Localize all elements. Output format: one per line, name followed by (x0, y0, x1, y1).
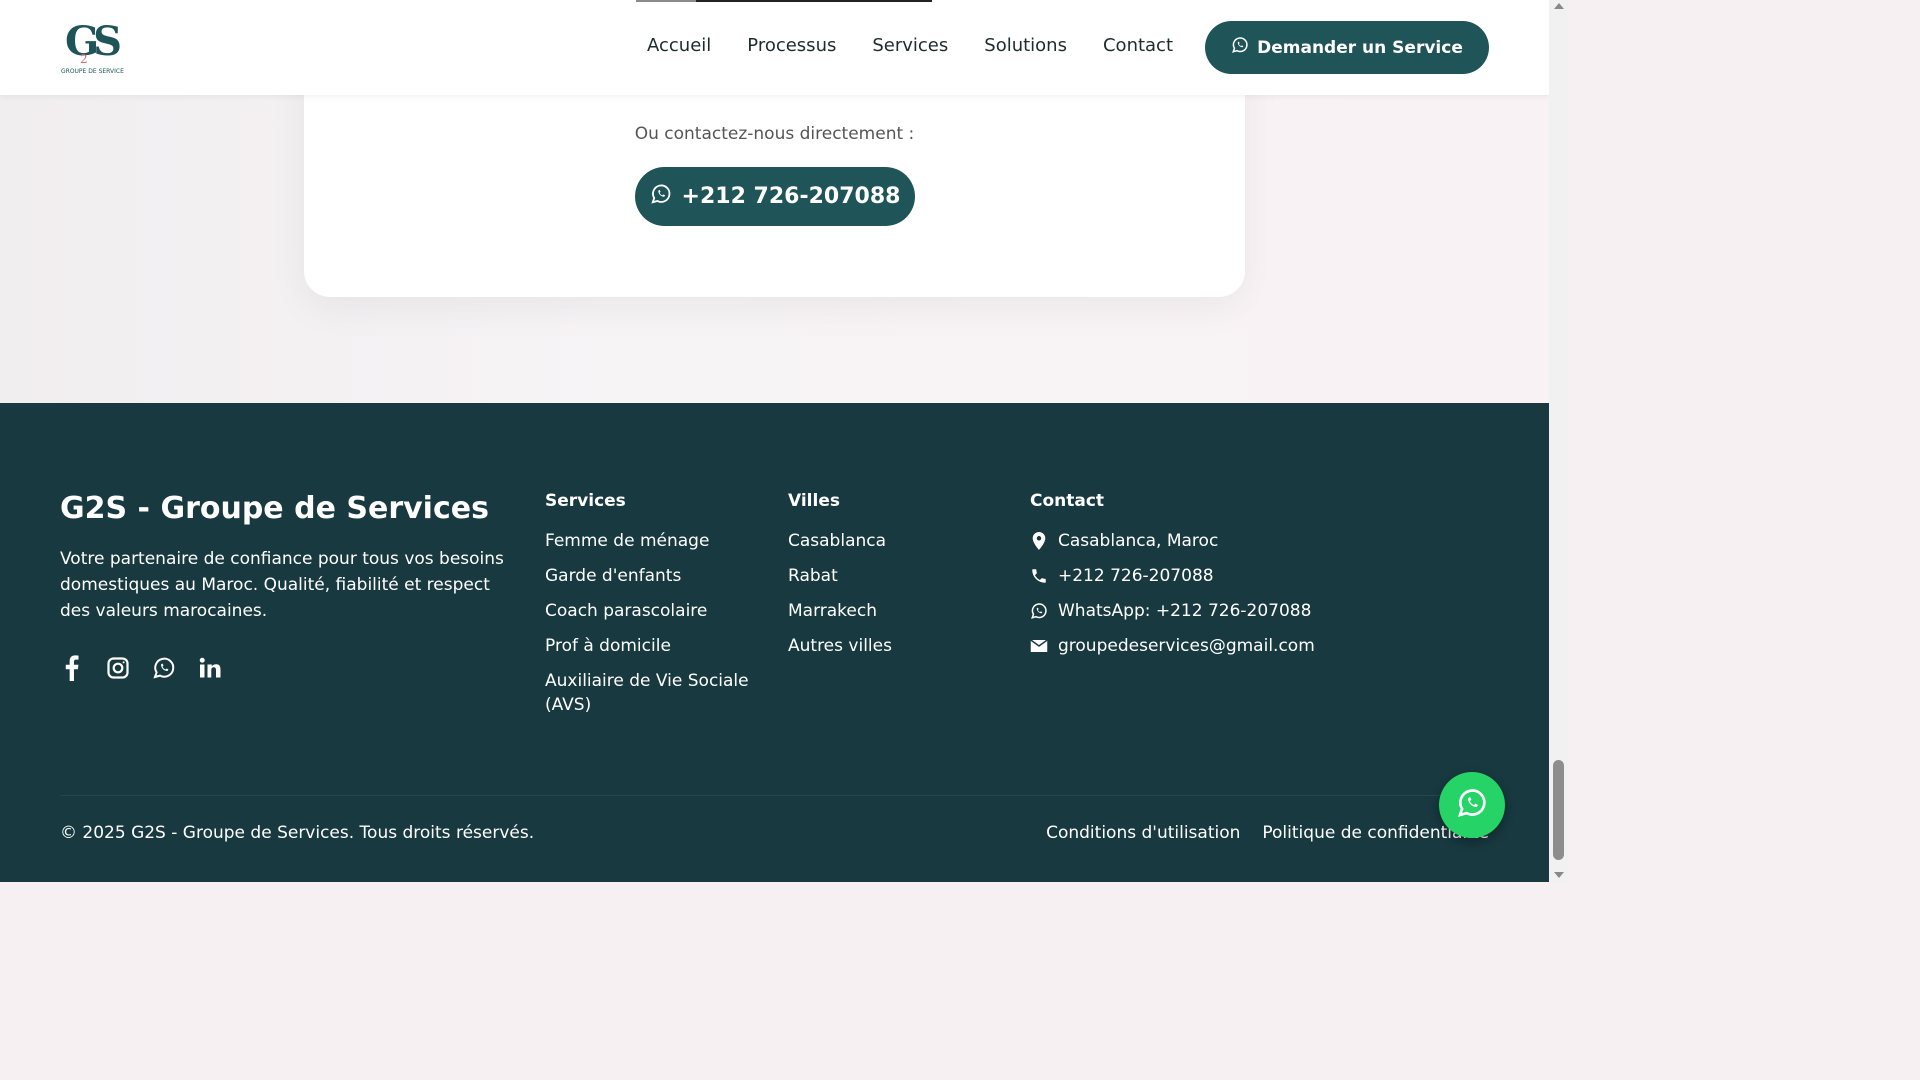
footer-city-link[interactable]: Casablanca (788, 529, 988, 553)
footer-city-link[interactable]: Rabat (788, 564, 988, 588)
contact-location-text: Casablanca, Maroc (1058, 531, 1219, 551)
contact-email-text: groupedeservices@gmail.com (1058, 636, 1315, 656)
nav-item-services[interactable]: Services (872, 35, 948, 56)
contact-whatsapp[interactable]: WhatsApp: +212 726-207088 (1030, 599, 1430, 623)
nav-item-processus[interactable]: Processus (747, 35, 836, 56)
site-logo[interactable]: GS 2 GROUPE DE SERVICE (60, 18, 130, 78)
linkedin-icon[interactable] (198, 656, 222, 680)
scroll-progress-track (636, 0, 696, 2)
page-scrollbar[interactable] (1549, 0, 1568, 882)
nav-item-contact[interactable]: Contact (1103, 35, 1173, 56)
scroll-up-arrow-icon[interactable] (1554, 3, 1564, 9)
contact-phone[interactable]: +212 726-207088 (1030, 564, 1430, 588)
instagram-icon[interactable] (106, 656, 130, 680)
footer-contact-title: Contact (1030, 491, 1105, 511)
terms-link[interactable]: Conditions d'utilisation (1046, 823, 1240, 843)
contact-direct-text: Ou contactez-nous directement : (634, 124, 915, 144)
nav-item-solutions[interactable]: Solutions (984, 35, 1067, 56)
footer-service-link[interactable]: Garde d'enfants (545, 564, 770, 588)
footer-divider (60, 795, 1489, 796)
social-links (60, 655, 222, 681)
footer-services-title: Services (545, 491, 626, 511)
footer-contact-column: Contact Casablanca, Maroc +212 726-20708… (1030, 491, 1430, 669)
legal-links: Conditions d'utilisation Politique de co… (1046, 823, 1489, 843)
request-service-label: Demander un Service (1257, 37, 1463, 58)
facebook-icon[interactable] (60, 655, 84, 681)
footer-service-link[interactable]: Auxiliaire de Vie Sociale (AVS) (545, 669, 770, 717)
contact-whatsapp-text: WhatsApp: +212 726-207088 (1058, 601, 1312, 621)
whatsapp-icon (1231, 36, 1249, 59)
whatsapp-icon (1456, 787, 1488, 823)
footer-brand-description: Votre partenaire de confiance pour tous … (60, 549, 504, 621)
footer-service-link[interactable]: Coach parascolaire (545, 599, 770, 623)
logo-number: 2 (80, 52, 88, 66)
contact-phone-text: +212 726-207088 (1058, 566, 1214, 586)
contact-email[interactable]: groupedeservices@gmail.com (1030, 634, 1430, 658)
scroll-down-arrow-icon[interactable] (1554, 872, 1564, 878)
request-service-button[interactable]: Demander un Service (1205, 21, 1489, 74)
footer-villes-column: Villes Casablanca Rabat Marrakech Autres… (788, 491, 988, 669)
scrollbar-thumb[interactable] (1553, 760, 1564, 860)
footer-service-link[interactable]: Prof à domicile (545, 634, 770, 658)
footer-city-link[interactable]: Autres villes (788, 634, 988, 658)
footer-brand-title: G2S - Groupe de Services (60, 491, 489, 526)
copyright-text: © 2025 G2S - Groupe de Services. Tous dr… (60, 823, 535, 843)
footer-services-column: Services Femme de ménage Garde d'enfants… (545, 491, 770, 728)
site-footer: G2S - Groupe de Services Votre partenair… (0, 403, 1549, 882)
whatsapp-phone-button[interactable]: +212 726-207088 (635, 167, 915, 226)
footer-city-link[interactable]: Marrakech (788, 599, 988, 623)
scroll-progress-bar (696, 0, 932, 2)
footer-service-link[interactable]: Femme de ménage (545, 529, 770, 553)
whatsapp-icon[interactable] (152, 656, 176, 680)
whatsapp-icon (1030, 602, 1048, 620)
logo-letters: GS (65, 18, 122, 65)
whatsapp-icon (650, 183, 672, 211)
footer-villes-title: Villes (788, 491, 840, 511)
site-header: GS 2 GROUPE DE SERVICE Accueil Processus… (0, 0, 1549, 95)
contact-location: Casablanca, Maroc (1030, 529, 1430, 553)
envelope-icon (1030, 639, 1048, 653)
logo-subtitle: GROUPE DE SERVICE (61, 68, 124, 75)
floating-whatsapp-button[interactable] (1439, 772, 1505, 838)
phone-button-label: +212 726-207088 (681, 184, 901, 209)
location-pin-icon (1030, 532, 1048, 550)
main-nav: Accueil Processus Services Solutions Con… (647, 35, 1173, 56)
phone-icon (1030, 567, 1048, 585)
nav-item-accueil[interactable]: Accueil (647, 35, 711, 56)
